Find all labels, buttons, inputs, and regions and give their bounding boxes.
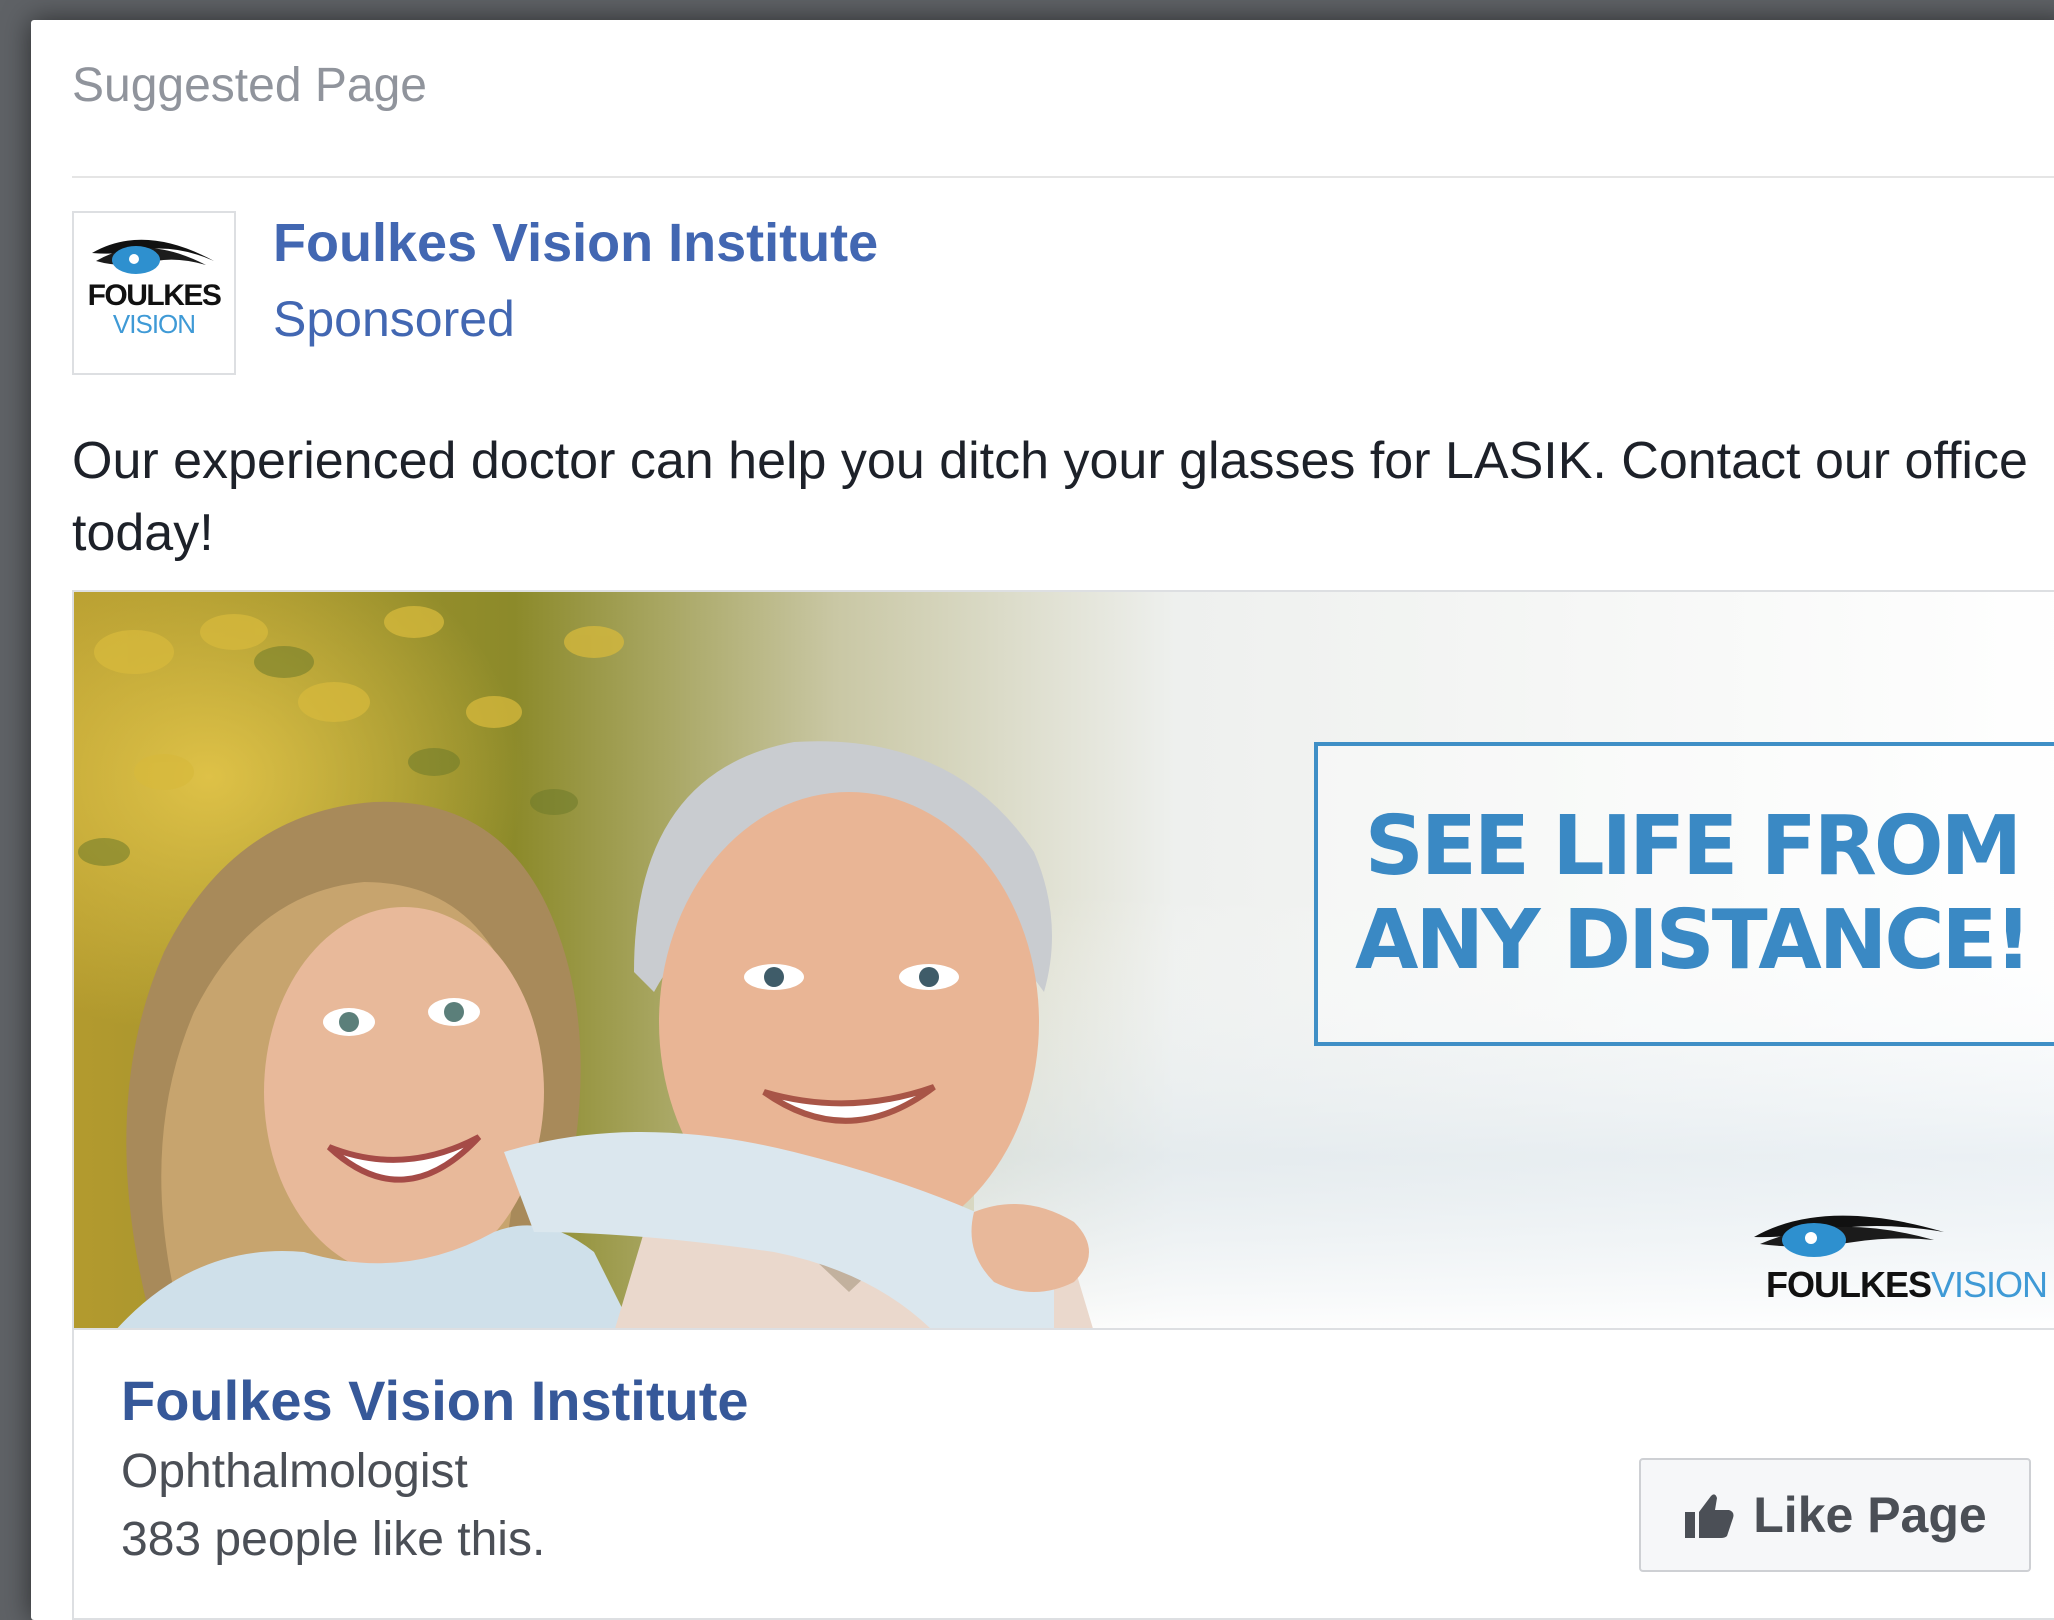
like-page-label: Like Page (1753, 1487, 1987, 1543)
thumbs-up-icon (1685, 1494, 1734, 1538)
tagline-line-2: ANY DISTANCE! (1355, 893, 2032, 988)
avatar-logo-bottom-text: VISION (113, 309, 195, 339)
page-name-link[interactable]: Foulkes Vision Institute (273, 212, 878, 274)
avatar-logo-top-text: FOULKES (88, 279, 221, 312)
page-category: Ophthalmologist (121, 1445, 468, 1498)
post-text: Our experienced doctor can help you ditc… (72, 432, 2028, 562)
page-info-box: Foulkes Vision Institute Ophthalmologist… (72, 1330, 2054, 1620)
suggested-page-card: Suggested Page FOULKES VISION Foulkes Vi… (31, 20, 2054, 1620)
tagline-line-1: SEE LIFE FROM (1364, 799, 2022, 894)
tagline-box: SEE LIFE FROM ANY DISTANCE! (1314, 742, 2054, 1046)
sponsored-label[interactable]: Sponsored (273, 290, 515, 348)
image-logo-text: FOULKESVISION (1766, 1264, 2048, 1305)
foulkes-eye-logo-icon: FOULKES VISION (88, 239, 222, 339)
tagline-text: SEE LIFE FROM ANY DISTANCE! (1331, 800, 2053, 988)
suggested-page-label: Suggested Page (72, 59, 427, 112)
page-likes-count: 383 people like this. (121, 1513, 546, 1566)
header-divider (72, 176, 2054, 178)
page-avatar[interactable]: FOULKES VISION (72, 211, 236, 375)
ad-image[interactable]: SEE LIFE FROM ANY DISTANCE! FOULKESVISIO… (72, 590, 2054, 1330)
like-page-button[interactable]: Like Page (1639, 1458, 2031, 1572)
page-title-link[interactable]: Foulkes Vision Institute (121, 1368, 749, 1433)
